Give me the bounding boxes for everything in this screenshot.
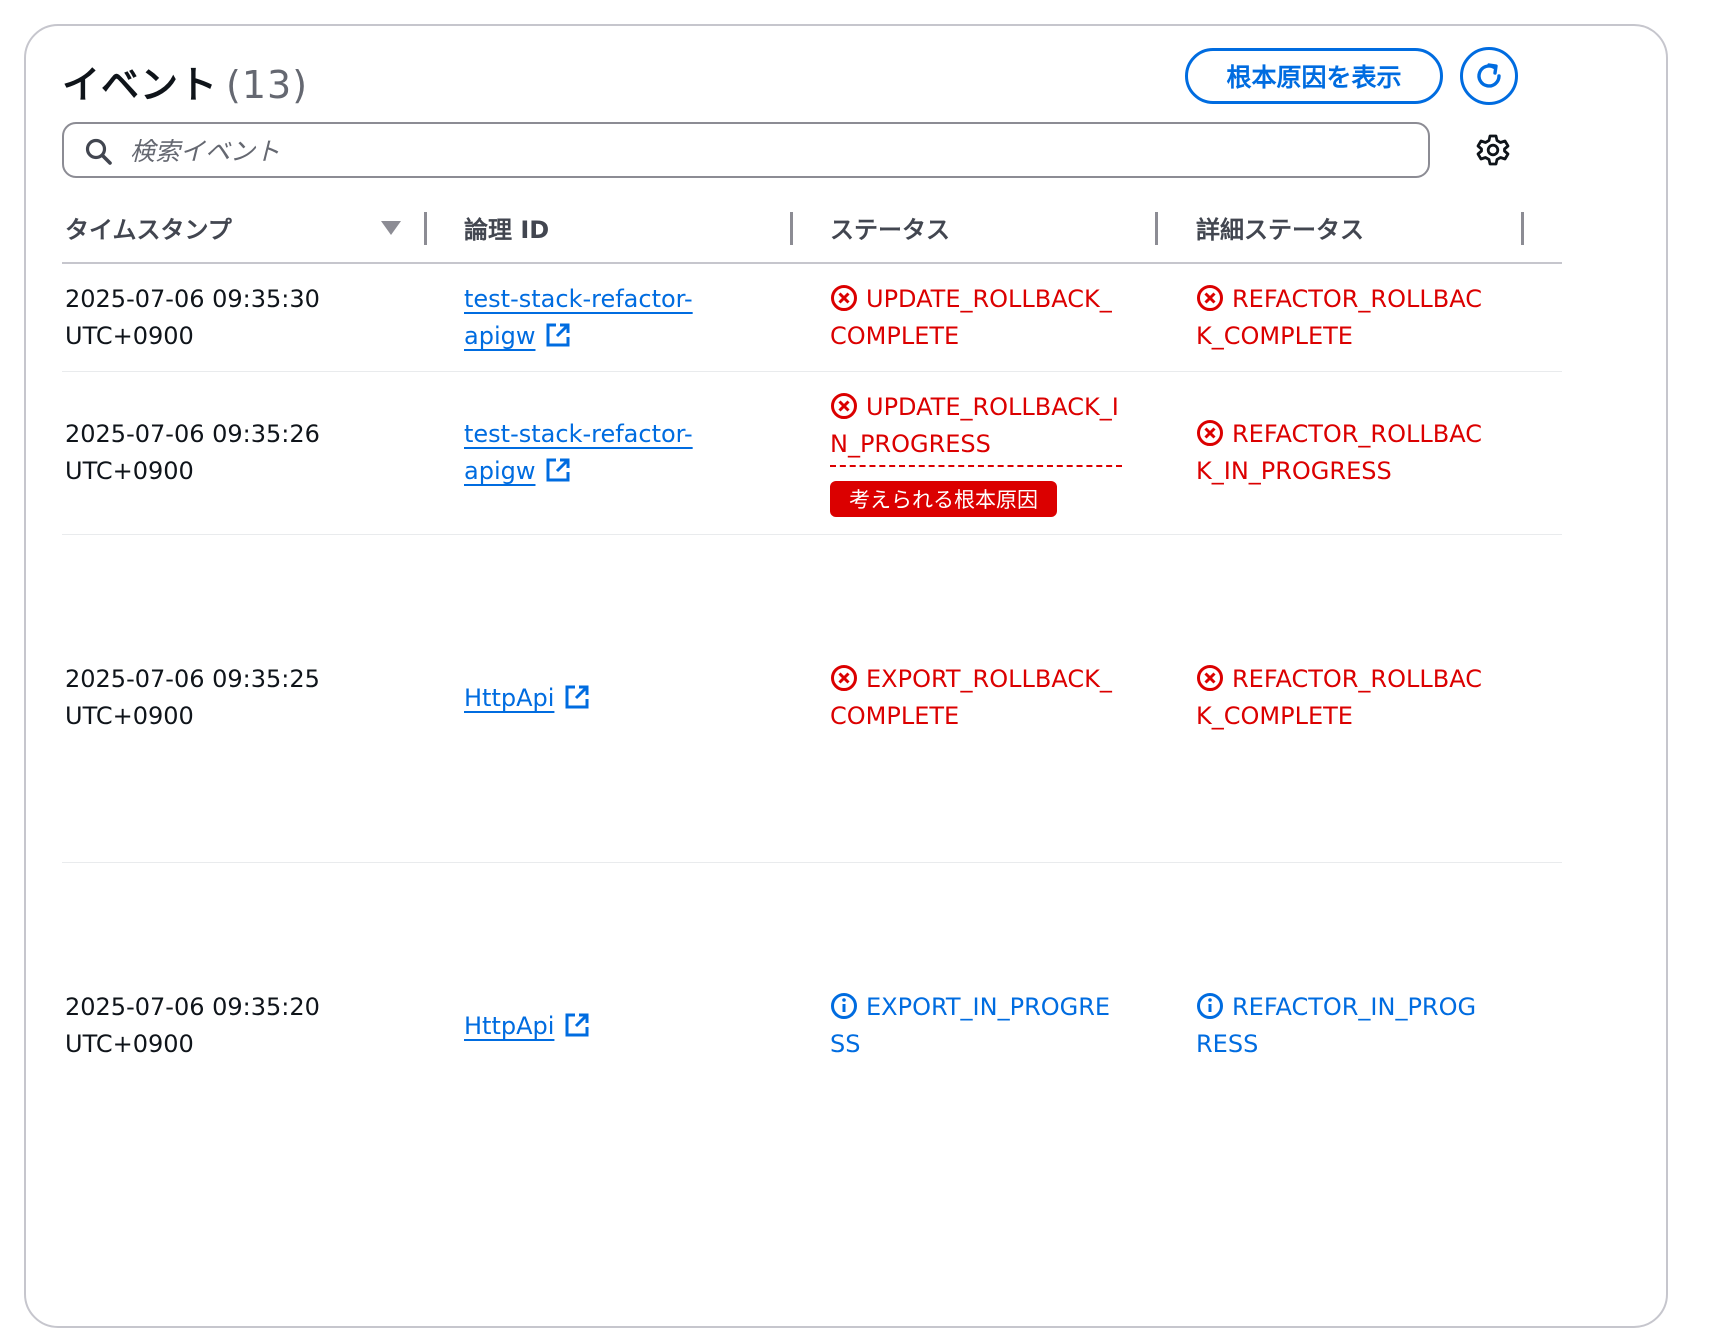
timestamp-zone: UTC+0900 [65,457,194,485]
row-separator [62,534,1562,535]
detail-status-text: REFACTOR_ROLLBAC [1232,420,1482,448]
column-divider[interactable] [790,212,793,245]
logical-id-cell: HttpApi [464,680,804,717]
status-text: SS [830,1030,861,1058]
search-input[interactable] [128,132,1412,170]
show-root-cause-button[interactable]: 根本原因を表示 [1185,48,1443,104]
logical-id-cell: HttpApi [464,1008,804,1045]
status-cell: EXPORT_IN_PROGRE SS [830,989,1170,1063]
column-header-detailed-status[interactable]: 詳細ステータス [1196,210,1364,245]
refresh-button[interactable] [1460,47,1518,105]
info-circle-icon [1197,993,1223,1019]
title-text: イベント [62,63,219,107]
search-icon [85,138,112,165]
logical-id-link[interactable]: test-stack-refactor- [464,285,693,313]
detail-status-text: RESS [1196,1030,1259,1058]
timestamp-cell: 2025-07-06 09:35:25 UTC+0900 [65,661,405,735]
timestamp-date: 2025-07-06 09:35:25 [65,665,320,693]
external-link-icon[interactable] [564,684,590,710]
column-header-logical-id[interactable]: 論理 ID [464,210,549,245]
timestamp-date: 2025-07-06 09:35:20 [65,993,320,1021]
column-divider[interactable] [1155,212,1158,245]
page-title: イベント (13) [62,54,308,109]
status-text: N_PROGRESS [830,430,991,458]
timestamp-date: 2025-07-06 09:35:30 [65,285,320,313]
gear-icon[interactable] [1476,133,1510,167]
possible-root-cause-badge[interactable]: 考えられる根本原因 [830,481,1057,517]
logical-id-cell: test-stack-refactor- apigw [464,281,804,355]
column-header-timestamp[interactable]: タイムスタンプ [65,210,232,245]
detail-status-text: REFACTOR_IN_PROG [1232,993,1477,1021]
column-divider[interactable] [1521,212,1524,245]
logical-id-cell: test-stack-refactor- apigw [464,416,804,490]
timestamp-zone: UTC+0900 [65,1030,194,1058]
detail-status-cell: REFACTOR_ROLLBAC K_IN_PROGRESS [1196,416,1536,490]
search-box [62,122,1430,178]
logical-id-link[interactable]: HttpApi [464,684,554,712]
status-text: UPDATE_ROLLBACK_ [866,285,1112,313]
timestamp-zone: UTC+0900 [65,322,194,350]
x-circle-icon [831,285,857,311]
status-text: EXPORT_ROLLBACK_ [866,665,1112,693]
x-circle-icon [831,665,857,691]
x-circle-icon [1197,420,1223,446]
info-circle-icon [831,993,857,1019]
status-text: COMPLETE [830,702,960,730]
x-circle-icon [1197,285,1223,311]
timestamp-cell: 2025-07-06 09:35:20 UTC+0900 [65,989,405,1063]
detail-status-text: REFACTOR_ROLLBAC [1232,665,1482,693]
external-link-icon[interactable] [545,322,571,348]
logical-id-link[interactable]: apigw [464,322,535,350]
timestamp-date: 2025-07-06 09:35:26 [65,420,320,448]
external-link-icon[interactable] [545,457,571,483]
header-separator [62,262,1562,264]
detail-status-cell: REFACTOR_ROLLBAC K_COMPLETE [1196,661,1536,735]
status-text: COMPLETE [830,322,960,350]
refresh-icon [1477,63,1501,88]
column-header-status[interactable]: ステータス [830,210,950,245]
column-divider[interactable] [424,212,427,245]
status-text: EXPORT_IN_PROGRE [866,993,1111,1021]
x-circle-icon [831,393,857,419]
timestamp-zone: UTC+0900 [65,702,194,730]
external-link-icon[interactable] [564,1012,590,1038]
status-cell[interactable]: UPDATE_ROLLBACK_I N_PROGRESS [830,389,1170,467]
detail-status-text: K_IN_PROGRESS [1196,457,1392,485]
row-separator [62,862,1562,863]
detail-status-text: K_COMPLETE [1196,322,1353,350]
detail-status-text: K_COMPLETE [1196,702,1353,730]
detail-status-cell: REFACTOR_IN_PROG RESS [1196,989,1536,1063]
logical-id-link[interactable]: apigw [464,457,535,485]
sort-down-icon[interactable] [380,220,402,236]
x-circle-icon [1197,665,1223,691]
detail-status-cell: REFACTOR_ROLLBAC K_COMPLETE [1196,281,1536,355]
status-text: UPDATE_ROLLBACK_I [866,393,1119,421]
logical-id-link[interactable]: HttpApi [464,1012,554,1040]
detail-status-text: REFACTOR_ROLLBAC [1232,285,1482,313]
event-count: (13) [226,63,309,107]
timestamp-cell: 2025-07-06 09:35:26 UTC+0900 [65,416,405,490]
row-separator [62,371,1562,372]
logical-id-link[interactable]: test-stack-refactor- [464,420,693,448]
timestamp-cell: 2025-07-06 09:35:30 UTC+0900 [65,281,405,355]
status-cell: UPDATE_ROLLBACK_ COMPLETE [830,281,1170,355]
status-cell: EXPORT_ROLLBACK_ COMPLETE [830,661,1170,735]
